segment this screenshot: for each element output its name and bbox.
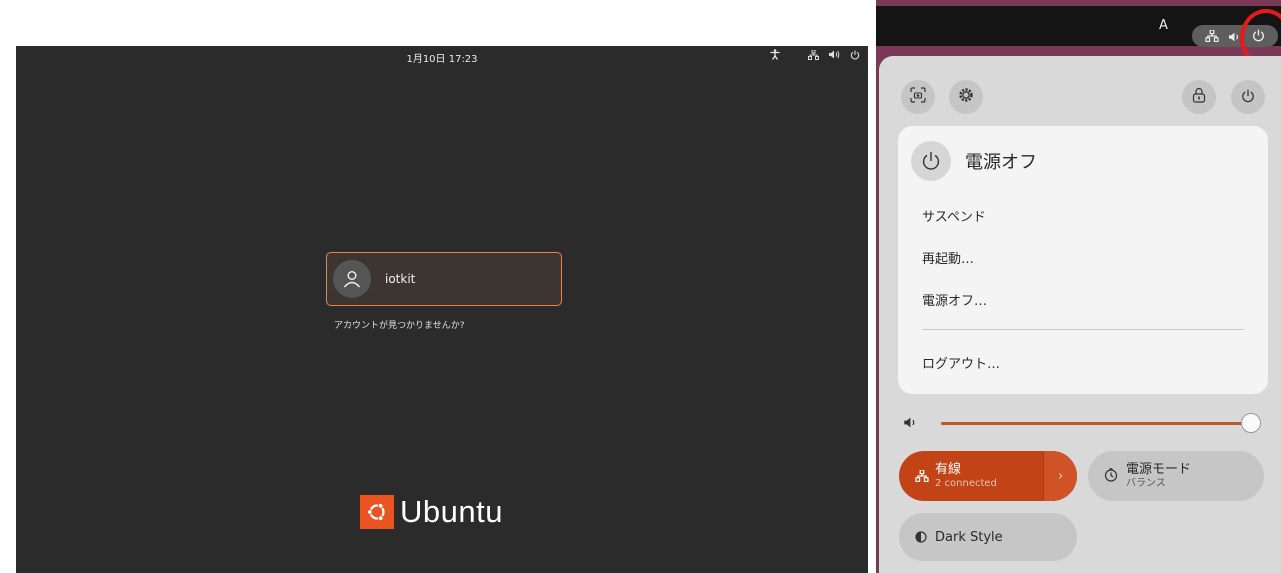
settings-gear-icon [958, 87, 974, 107]
volume-icon [829, 50, 840, 62]
ubuntu-wordmark: Ubuntu [400, 494, 503, 529]
menu-item-restart[interactable]: 再起動… [922, 248, 974, 267]
volume-slider-track[interactable] [941, 422, 1247, 425]
ubuntu-logo-icon [360, 495, 394, 529]
lock-icon [1192, 87, 1206, 107]
wired-network-tile: 有線 2 connected › [899, 451, 1077, 501]
menu-item-suspend[interactable]: サスペンド [922, 206, 986, 225]
network-icon [808, 49, 819, 63]
power-icon [1252, 27, 1265, 46]
power-icon [1241, 88, 1255, 107]
network-icon [1205, 27, 1219, 46]
user-card-iotkit[interactable]: iotkit [326, 252, 562, 306]
network-icon [915, 467, 929, 486]
ubuntu-branding: Ubuntu [360, 494, 503, 530]
power-icon [850, 50, 860, 63]
quick-settings-panel: 電源オフ サスペンド 再起動… 電源オフ… ログアウト… 有線 2 connec… [879, 56, 1281, 573]
wired-expand-button[interactable]: › [1043, 451, 1077, 501]
wired-tile-text: 有線 2 connected [935, 462, 997, 490]
power-mode-tile[interactable]: 電源モード バランス [1088, 451, 1264, 501]
menu-separator [922, 329, 1244, 330]
quick-settings-view: A 電源オフ サスペンド 再起動… 電源オフ… ログアウト… 有線 2 conn… [876, 0, 1281, 573]
wired-title: 有線 [935, 462, 962, 477]
power-icon [911, 141, 951, 181]
power-mode-icon [1104, 467, 1118, 486]
power-off-menu: 電源オフ サスペンド 再起動… 電源オフ… ログアウト… [898, 126, 1268, 394]
power-menu-header: 電源オフ [911, 141, 1037, 181]
topbar-clock[interactable]: 1月10日 17:23 [16, 50, 868, 65]
input-method-indicator[interactable]: A [1159, 18, 1168, 33]
user-name: iotkit [385, 272, 416, 286]
power-menu-button[interactable] [1231, 80, 1265, 114]
system-menu-button[interactable] [1192, 25, 1278, 47]
login-screen: 1月10日 17:23 iotkit アカウントが見つかりませんか? Ubunt… [16, 46, 868, 573]
settings-button[interactable] [949, 80, 983, 114]
topbar-system-indicators[interactable] [770, 49, 860, 63]
screenshot-button[interactable] [901, 80, 935, 114]
lock-button[interactable] [1182, 80, 1216, 114]
not-listed-link[interactable]: アカウントが見つかりませんか? [334, 318, 465, 331]
user-avatar-icon [333, 260, 371, 298]
power-mode-subtitle: バランス [1126, 478, 1166, 489]
wired-subtitle: 2 connected [935, 478, 997, 489]
wired-toggle[interactable]: 有線 2 connected [899, 451, 1043, 501]
power-mode-tile-text: 電源モード バランス [1126, 462, 1191, 490]
menu-item-power-off[interactable]: 電源オフ… [922, 290, 987, 309]
accessibility-icon[interactable] [770, 49, 780, 63]
screenshot-icon [910, 87, 926, 107]
volume-icon [1229, 27, 1241, 46]
power-mode-title: 電源モード [1126, 462, 1192, 477]
power-menu-title: 電源オフ [965, 152, 1037, 173]
menu-item-log-out[interactable]: ログアウト… [922, 353, 1000, 372]
dark-style-tile[interactable]: Dark Style [899, 513, 1077, 561]
volume-slider-handle[interactable] [1241, 413, 1261, 433]
dark-style-icon [915, 528, 927, 547]
qs-topbar: A [876, 6, 1281, 67]
dark-style-label: Dark Style [935, 529, 1003, 545]
